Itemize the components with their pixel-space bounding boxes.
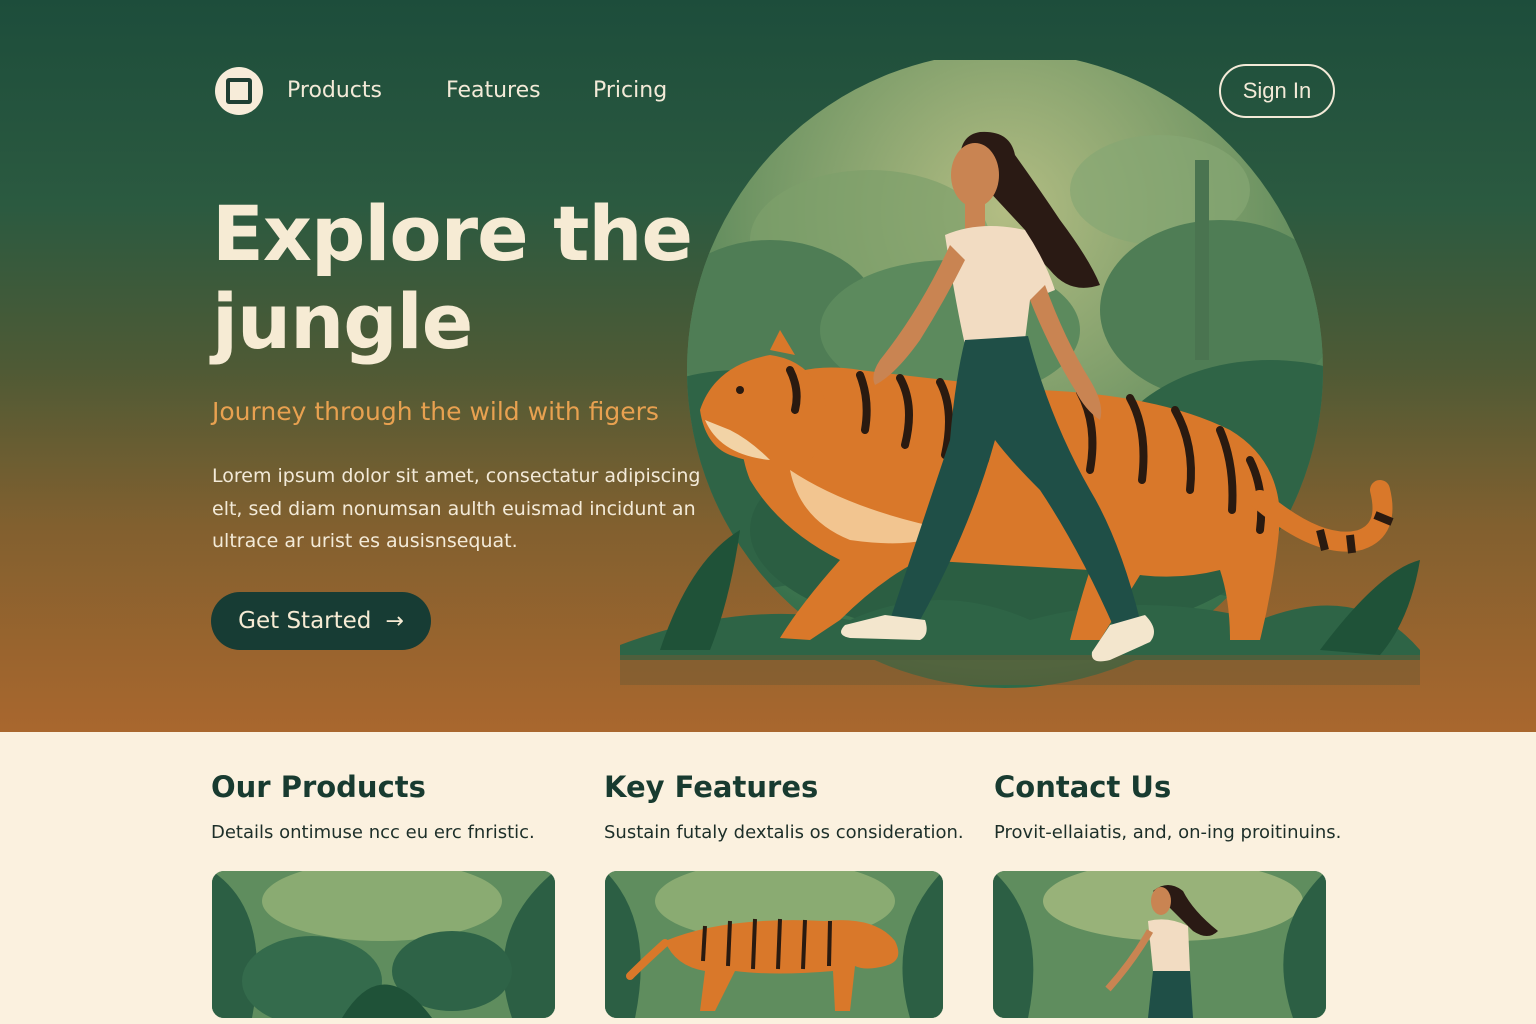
nav-link-features[interactable]: Features <box>446 78 541 103</box>
logo-icon[interactable] <box>215 67 263 115</box>
section-desc-contact: Provit-ellaiatis, and, on-ing proitinuin… <box>994 822 1342 843</box>
section-title-contact: Contact Us <box>994 770 1172 804</box>
woman-card-illustration <box>993 871 1326 1018</box>
hero-subtitle: Journey through the wild with figers <box>212 397 659 426</box>
hero-section: Products Features Pricing Sign In Explor… <box>0 0 1536 732</box>
jungle-leaves-illustration <box>212 871 555 1018</box>
features-card-image[interactable] <box>605 871 943 1018</box>
contact-card-image[interactable] <box>993 871 1326 1018</box>
section-desc-features: Sustain futaly dextalis os consideration… <box>604 822 964 843</box>
nav-link-products[interactable]: Products <box>287 78 382 103</box>
arrow-right-icon: → <box>385 608 404 634</box>
section-desc-products: Details ontimuse ncc eu erc fnristic. <box>211 822 535 843</box>
tiger-card-illustration <box>605 871 943 1018</box>
products-card-image[interactable] <box>212 871 555 1018</box>
section-title-products: Our Products <box>211 770 426 804</box>
section-title-features: Key Features <box>604 770 819 804</box>
woman-and-tiger-illustration <box>620 60 1420 688</box>
get-started-label: Get Started <box>238 608 372 634</box>
get-started-button[interactable]: Get Started → <box>211 592 431 650</box>
